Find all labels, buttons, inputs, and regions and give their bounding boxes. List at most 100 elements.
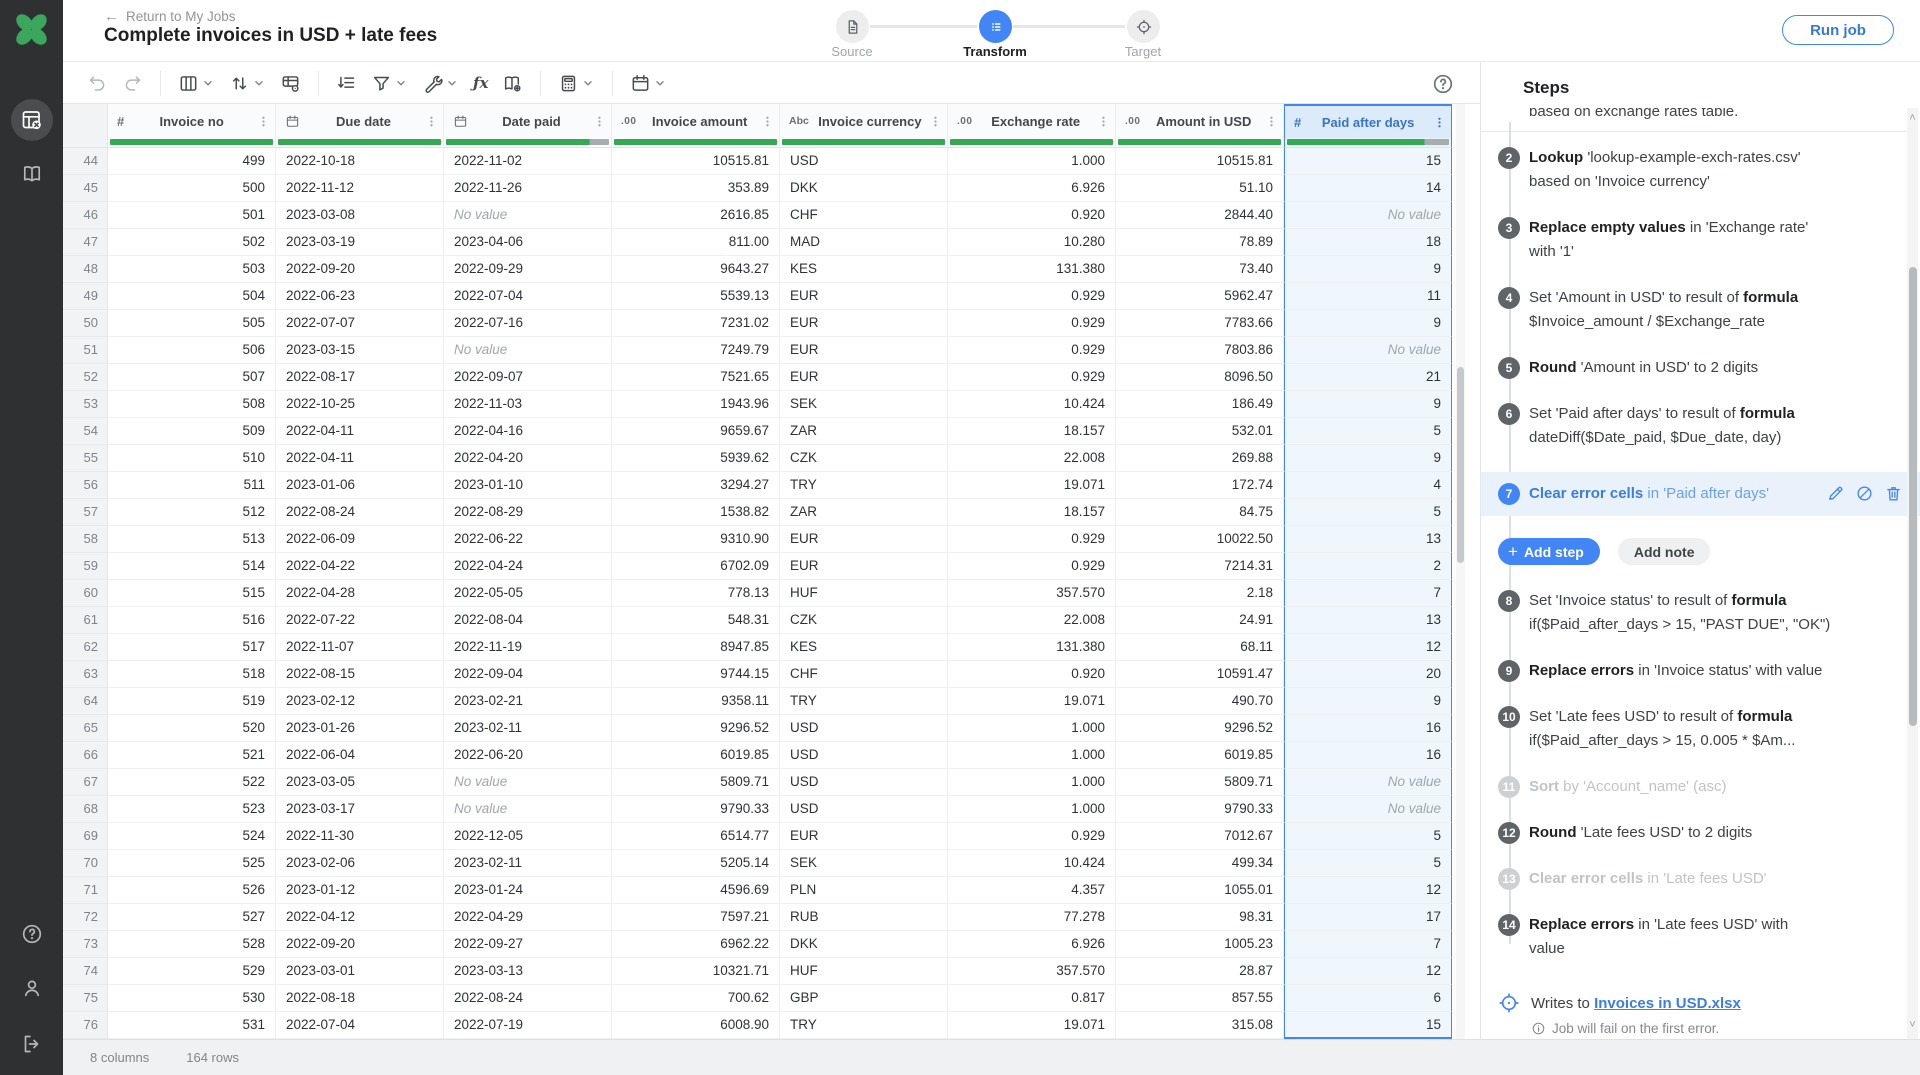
app-logo-clover-icon[interactable] — [10, 8, 53, 51]
row-number[interactable]: 65 — [63, 715, 108, 742]
grid-cell[interactable]: 2022-08-18 — [276, 985, 444, 1012]
grid-cell[interactable]: 2022-08-24 — [276, 499, 444, 526]
step-item-9[interactable]: 9 Replace errors in 'Invoice status' wit… — [1529, 659, 1857, 683]
column-header-paid-after-days[interactable]: #Paid after days — [1284, 104, 1452, 138]
grid-vertical-scrollbar[interactable] — [1456, 104, 1465, 1039]
grid-cell[interactable]: 13 — [1284, 607, 1452, 634]
step-item-14[interactable]: 14 Replace errors in 'Late fees USD' wit… — [1529, 913, 1857, 961]
row-number[interactable]: 70 — [63, 850, 108, 877]
grid-cell[interactable]: 2022-08-15 — [276, 661, 444, 688]
step-item-2[interactable]: 2 Lookup 'lookup-example-exch-rates.csv'… — [1529, 146, 1857, 194]
grid-cell[interactable]: 16 — [1284, 742, 1452, 769]
row-number[interactable]: 54 — [63, 418, 108, 445]
grid-cell[interactable]: 2022-04-11 — [276, 445, 444, 472]
stepper-transform-circle[interactable] — [979, 10, 1012, 43]
grid-cell[interactable]: 5 — [1284, 418, 1452, 445]
grid-cell[interactable]: HUF — [780, 958, 948, 985]
grid-cell[interactable]: 2023-03-19 — [276, 229, 444, 256]
grid-cell[interactable]: KES — [780, 634, 948, 661]
grid-cell[interactable]: GBP — [780, 985, 948, 1012]
grid-cell[interactable]: 2023-04-06 — [444, 229, 612, 256]
grid-cell[interactable]: 2022-08-24 — [444, 985, 612, 1012]
grid-cell[interactable]: 2022-07-07 — [276, 310, 444, 337]
grid-cell[interactable]: 10.280 — [948, 229, 1116, 256]
grid-cell[interactable]: EUR — [780, 553, 948, 580]
grid-cell[interactable]: HUF — [780, 580, 948, 607]
grid-cell[interactable]: 2023-02-12 — [276, 688, 444, 715]
grid-cell[interactable]: 2023-02-11 — [444, 715, 612, 742]
column-menu-kebab-icon[interactable] — [1097, 115, 1110, 128]
grid-cell[interactable]: 7521.65 — [612, 364, 780, 391]
sidebar-item-account[interactable] — [0, 976, 63, 1000]
column-menu-kebab-icon[interactable] — [593, 115, 606, 128]
grid-cell[interactable]: 9 — [1284, 391, 1452, 418]
grid-cell[interactable]: 12 — [1284, 958, 1452, 985]
row-number[interactable]: 52 — [63, 364, 108, 391]
grid-cell[interactable]: 5205.14 — [612, 850, 780, 877]
grid-cell[interactable]: 2 — [1284, 553, 1452, 580]
grid-cell[interactable]: 2022-10-18 — [276, 148, 444, 175]
column-menu-kebab-icon[interactable] — [1433, 116, 1446, 129]
grid-cell[interactable]: 20 — [1284, 661, 1452, 688]
row-number[interactable]: 60 — [63, 580, 108, 607]
grid-cell[interactable]: 22.008 — [948, 445, 1116, 472]
grid-cell[interactable]: 525 — [108, 850, 276, 877]
grid-cell[interactable]: No value — [1284, 337, 1452, 364]
grid-cell[interactable]: 19.071 — [948, 1012, 1116, 1039]
grid-cell[interactable]: 6.926 — [948, 931, 1116, 958]
grid-cell[interactable]: 6008.90 — [612, 1012, 780, 1039]
row-number[interactable]: 53 — [63, 391, 108, 418]
grid-cell[interactable]: 7 — [1284, 931, 1452, 958]
column-header-amount-in-usd[interactable]: .00Amount in USD — [1116, 104, 1284, 138]
grid-cell[interactable]: 8947.85 — [612, 634, 780, 661]
grid-cell[interactable]: 5939.62 — [612, 445, 780, 472]
grid-cell[interactable]: 2022-05-05 — [444, 580, 612, 607]
column-menu-kebab-icon[interactable] — [1265, 115, 1278, 128]
grid-cell[interactable]: 2022-11-30 — [276, 823, 444, 850]
grid-cell[interactable]: 1538.82 — [612, 499, 780, 526]
grid-cell[interactable]: 2022-04-24 — [444, 553, 612, 580]
steps-scrollbar[interactable]: ˄ ˅ — [1907, 108, 1918, 1039]
grid-cell[interactable]: 19.071 — [948, 472, 1116, 499]
grid-cell[interactable]: 9643.27 — [612, 256, 780, 283]
grid-cell[interactable]: 357.570 — [948, 958, 1116, 985]
row-number[interactable]: 44 — [63, 148, 108, 175]
grid-cell[interactable]: 514 — [108, 553, 276, 580]
grid-cell[interactable]: 18.157 — [948, 499, 1116, 526]
step-item-13[interactable]: 13 Clear error cells in 'Late fees USD' — [1529, 867, 1857, 891]
grid-cell[interactable]: 528 — [108, 931, 276, 958]
row-number[interactable]: 75 — [63, 985, 108, 1012]
grid-cell[interactable]: 7249.79 — [612, 337, 780, 364]
grid-cell[interactable]: 0.817 — [948, 985, 1116, 1012]
grid-cell[interactable]: 315.08 — [1116, 1012, 1284, 1039]
grid-cell[interactable]: 186.49 — [1116, 391, 1284, 418]
grid-cell[interactable]: 6019.85 — [1116, 742, 1284, 769]
grid-cell[interactable]: RUB — [780, 904, 948, 931]
grid-cell[interactable]: 17 — [1284, 904, 1452, 931]
steps-scrollbar-up-icon[interactable]: ˄ — [1907, 113, 1918, 124]
grid-cell[interactable]: 1943.96 — [612, 391, 780, 418]
grid-cell[interactable]: 2022-04-29 — [444, 904, 612, 931]
grid-cell[interactable]: 12 — [1284, 634, 1452, 661]
grid-cell[interactable]: No value — [444, 337, 612, 364]
grid-cell[interactable]: 51.10 — [1116, 175, 1284, 202]
row-number[interactable]: 61 — [63, 607, 108, 634]
grid-cell[interactable]: 10022.50 — [1116, 526, 1284, 553]
grid-cell[interactable]: 9296.52 — [1116, 715, 1284, 742]
grid-cell[interactable]: CZK — [780, 607, 948, 634]
grid-cell[interactable]: 10321.71 — [612, 958, 780, 985]
grid-cell[interactable]: 6019.85 — [612, 742, 780, 769]
grid-cell[interactable]: 499 — [108, 148, 276, 175]
calendar-button[interactable] — [630, 73, 667, 94]
grid-cell[interactable]: 1055.01 — [1116, 877, 1284, 904]
grid-cell[interactable]: CZK — [780, 445, 948, 472]
funnel-button[interactable] — [371, 73, 408, 94]
grid-cell[interactable]: 2022-10-25 — [276, 391, 444, 418]
grid-cell[interactable]: 2022-06-04 — [276, 742, 444, 769]
row-number[interactable]: 64 — [63, 688, 108, 715]
grid-cell[interactable]: 12 — [1284, 877, 1452, 904]
grid-cell[interactable]: 2022-11-02 — [444, 148, 612, 175]
add-step-button[interactable]: +Add step — [1498, 538, 1600, 565]
grid-cell[interactable]: 0.929 — [948, 553, 1116, 580]
grid-cell[interactable]: 9358.11 — [612, 688, 780, 715]
